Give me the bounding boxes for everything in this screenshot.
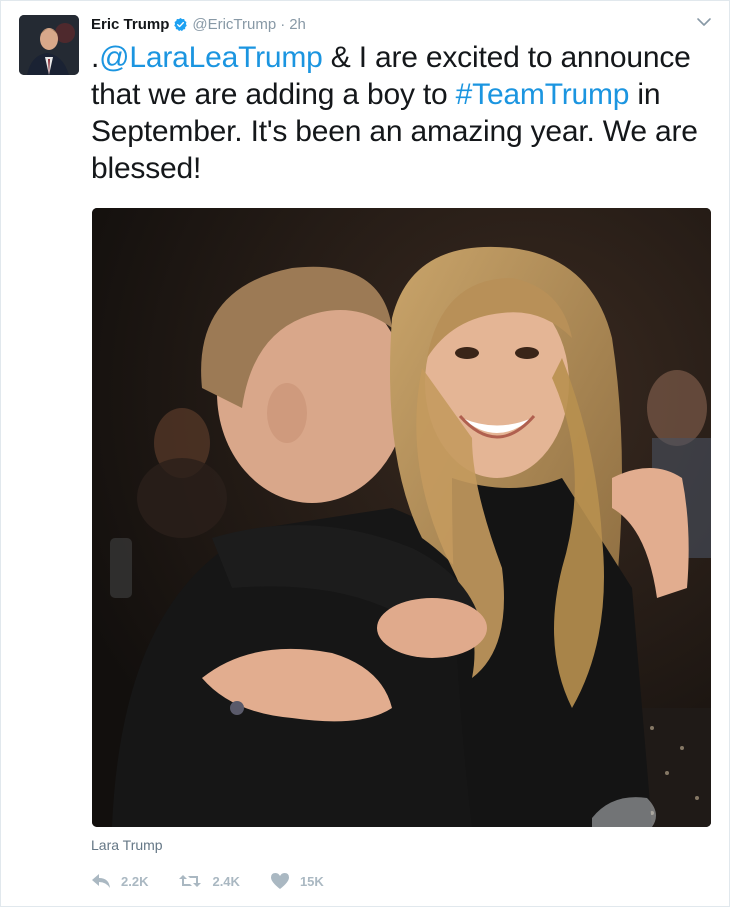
header-separator: · (280, 15, 286, 33)
reply-icon (91, 873, 111, 889)
hashtag-link[interactable]: #TeamTrump (456, 78, 630, 111)
tagged-user[interactable]: Lara Trump (91, 837, 163, 853)
retweet-icon (178, 873, 202, 889)
heart-icon (270, 872, 290, 890)
tweet-text: .@LaraLeaTrump & I are excited to announ… (91, 39, 711, 187)
author-avatar[interactable] (19, 15, 79, 75)
verified-badge-icon (173, 17, 188, 32)
text-prefix: . (91, 41, 100, 74)
tweet-photo[interactable] (92, 208, 711, 827)
tweet-header: Eric Trump @EricTrump · 2h (91, 14, 306, 34)
tweet-card: Eric Trump @EricTrump · 2h .@LaraLeaTrum… (0, 0, 730, 907)
reply-count: 2.2K (121, 873, 149, 889)
author-handle[interactable]: @EricTrump (192, 16, 276, 33)
chevron-down-icon[interactable] (695, 13, 713, 31)
author-name[interactable]: Eric Trump (91, 16, 169, 33)
tweet-actions: 2.2K 2.4K 15K (91, 869, 354, 893)
like-count: 15K (299, 873, 324, 889)
tweet-timestamp[interactable]: 2h (289, 16, 306, 33)
like-button[interactable]: 15K (270, 872, 324, 890)
mention-link[interactable]: @LaraLeaTrump (99, 41, 323, 74)
reply-button[interactable]: 2.2K (91, 873, 148, 889)
retweet-count: 2.4K (212, 873, 240, 889)
retweet-button[interactable]: 2.4K (178, 873, 240, 889)
